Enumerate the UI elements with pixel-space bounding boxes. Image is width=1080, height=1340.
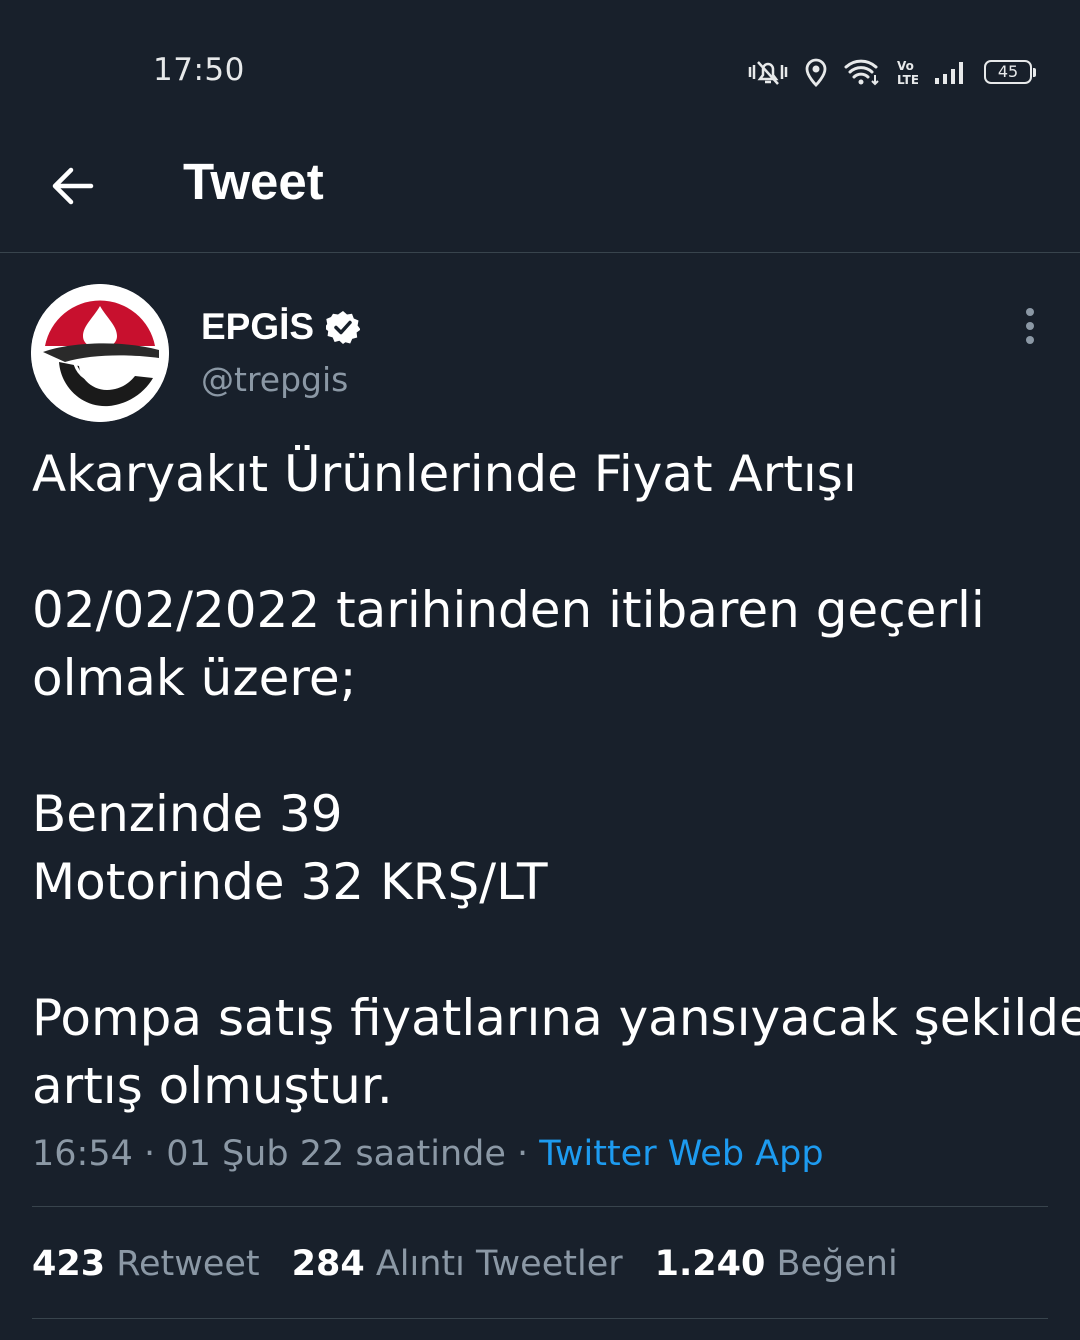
retweets-stat[interactable]: 423 Retweet [32,1244,260,1284]
status-icons: Vo LTE 45 [748,54,1036,90]
page-title: Tweet [183,153,324,210]
likes-label: Beğeni [776,1244,898,1284]
signal-icon [934,58,968,86]
tweet-date[interactable]: 01 Şub 22 saatinde [166,1134,506,1174]
tweet-source-link[interactable]: Twitter Web App [539,1134,823,1174]
more-options-button[interactable] [1010,304,1050,348]
tweet-line: olmak üzere; [32,649,357,707]
arrow-left-icon [52,167,94,205]
epgis-logo-icon [31,284,169,422]
location-icon [804,57,828,87]
tweet-meta: 16:54 · 01 Şub 22 saatinde · Twitter Web… [32,1130,824,1178]
back-button[interactable] [44,158,100,214]
volte-icon: Vo LTE [896,57,918,87]
likes-stat[interactable]: 1.240 Beğeni [655,1244,898,1284]
tweet-line: Motorinde 32 KRŞ/LT [32,853,548,911]
tweet-line: Akaryakıt Ürünlerinde Fiyat Artışı [32,445,857,503]
tweet-text: Akaryakıt Ürünlerinde Fiyat Artışı 02/02… [32,440,1080,1120]
top-app-bar: Tweet [0,140,1080,253]
avatar[interactable] [31,284,169,422]
retweets-label: Retweet [116,1244,260,1284]
quotes-count: 284 [291,1244,365,1284]
author-name[interactable]: EPGİS [201,306,314,348]
tweet-line: 02/02/2022 tarihinden itibaren geçerli [32,581,985,639]
wifi-icon [844,57,880,87]
meta-separator: · [517,1134,529,1174]
verified-badge-icon [326,311,361,344]
more-vertical-icon [1026,308,1034,344]
vibrate-mute-icon [748,57,788,87]
divider [32,1318,1048,1319]
tweet-line: artış olmuştur. [32,1057,393,1115]
author-name-row[interactable]: EPGİS [201,304,361,350]
divider [32,1206,1048,1207]
quotes-label: Alıntı Tweetler [375,1244,623,1284]
likes-count: 1.240 [654,1244,766,1284]
tweet-line: Pompa satış fiyatlarına yansıyacak şekil… [32,989,1080,1047]
tweet-stats: 423 Retweet 284 Alıntı Tweetler 1.240 Be… [32,1240,930,1288]
status-time: 17:50 [153,52,245,88]
tweet-time[interactable]: 16:54 [32,1134,133,1174]
battery-icon: 45 [984,60,1036,84]
meta-separator: · [144,1134,156,1174]
status-bar: 17:50 Vo LTE 45 [0,0,1080,140]
svg-text:LTE: LTE [897,73,918,87]
author-handle[interactable]: @trepgis [201,360,348,399]
tweet-line: Benzinde 39 [32,785,343,843]
quotes-stat[interactable]: 284 Alıntı Tweetler [292,1244,623,1284]
svg-text:Vo: Vo [897,59,914,73]
retweets-count: 423 [32,1244,106,1284]
